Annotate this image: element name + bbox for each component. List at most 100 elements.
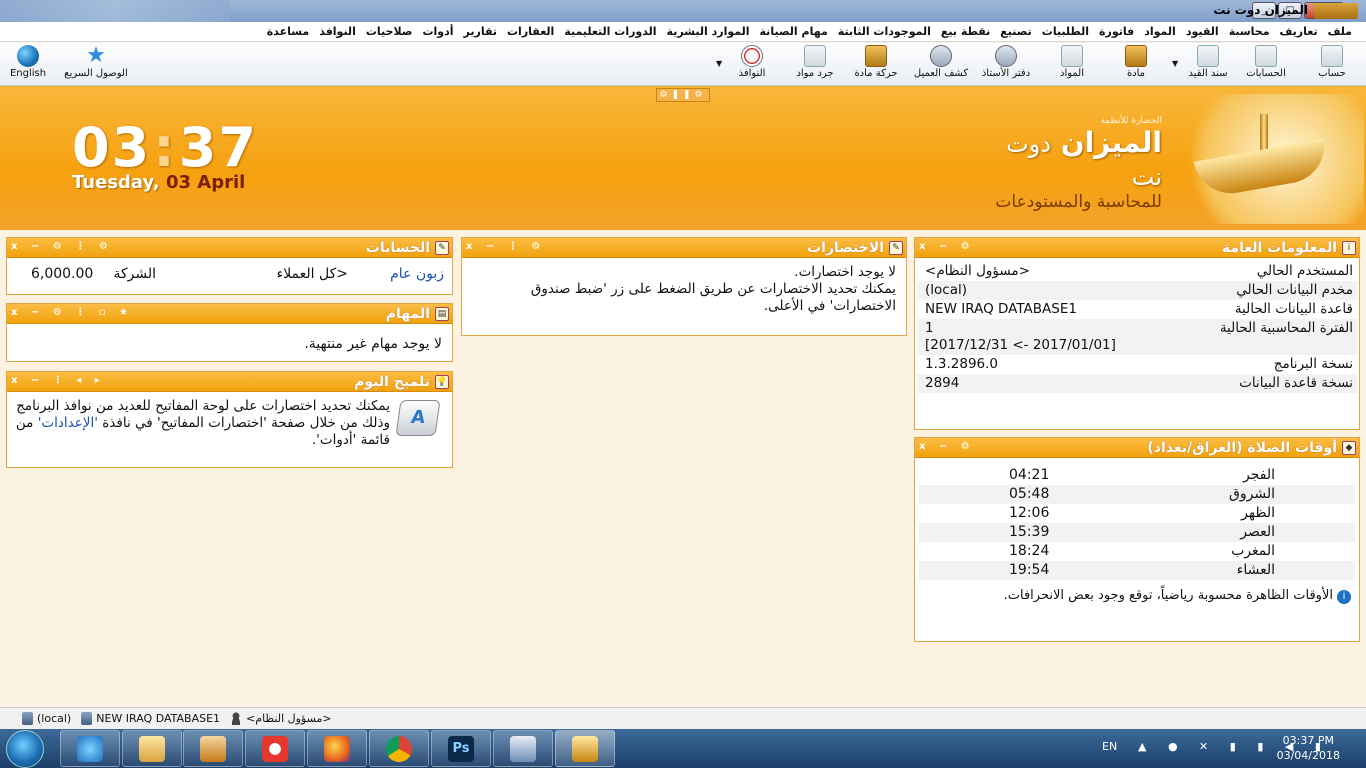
taskbar-chrome-button[interactable] <box>369 730 429 767</box>
panel-controls[interactable]: x − ⚙ <box>919 241 975 252</box>
blurred-region <box>0 0 230 22</box>
dropdown-arrow-icon[interactable]: ▼ <box>1172 59 1178 68</box>
menu-windows[interactable]: النوافذ <box>319 25 356 38</box>
status-database: NEW IRAQ DATABASE1 <box>81 712 220 726</box>
taskbar-window-button[interactable] <box>493 730 553 767</box>
star-icon: ★ <box>86 43 106 68</box>
menu-permissions[interactable]: صلاحيات <box>366 25 413 38</box>
folder-icon <box>139 735 165 762</box>
info-row: مخدم البيانات الحالي (local) <box>917 281 1357 300</box>
tasks-icon: ▤ <box>435 307 449 321</box>
clock-minute: 37 <box>178 116 258 179</box>
info-row: نسخة البرنامج 1.3.2896.0 <box>925 356 1353 372</box>
user-icon <box>230 712 243 726</box>
general-info-panel: i المعلومات العامة x − ⚙ المستخدم الحالي <م… <box>914 237 1360 430</box>
firefox-icon <box>324 735 350 762</box>
windows-icon <box>741 45 763 67</box>
menu-reports[interactable]: تقارير <box>464 25 497 38</box>
taskbar-firefox-button[interactable] <box>307 730 367 767</box>
panel-controls[interactable]: x − ⋮ ⚙ <box>466 241 545 252</box>
menu-hr[interactable]: الموارد البشرية <box>667 25 750 38</box>
settings-link[interactable]: 'الإعدادات' <box>38 415 98 431</box>
windows-taskbar: Ps EN ▲ ● ✕ ▮ ▮ ◀ ▮ 03:37 PM 03/04/2018 <box>0 729 1366 768</box>
menu-bar: ملف تعاريف محاسبة القيود المواد فاتورة ا… <box>0 22 1366 42</box>
toolbar-material-movement-button[interactable]: حركة مادة <box>850 45 902 83</box>
menu-maintenance[interactable]: مهام الصيانة <box>760 25 828 38</box>
toolbar-account-button[interactable]: حساب <box>1312 45 1352 83</box>
menu-tools[interactable]: أدوات <box>422 25 453 38</box>
clock-display[interactable]: 03:37 PM 03/04/2018 <box>1277 733 1340 763</box>
toolbar-journal-voucher-button[interactable]: سند القيد <box>1180 45 1236 83</box>
menu-fixed-assets[interactable]: الموجودات الثابتة <box>838 25 931 38</box>
menu-accounting[interactable]: محاسبة <box>1229 25 1270 38</box>
quick-access-button[interactable]: ★ الوصول السريع <box>62 45 130 83</box>
brand-logo: الحضارة للأنظمة الميزان دوت نت للمحاسبة … <box>995 116 1162 212</box>
panel-title: المعلومات العامة <box>1221 240 1337 256</box>
status-server: (local) <box>22 712 71 726</box>
accounts-icon <box>1255 45 1277 67</box>
ledger-icon <box>995 45 1017 67</box>
panel-controls[interactable]: x − ⋮ ◂ ▸ <box>11 375 105 386</box>
camera-app-icon <box>262 735 288 762</box>
panel-controls[interactable]: x − ⚙ <box>919 441 975 452</box>
shortcuts-hint-text: يمكنك تحديد الاختصارات عن طريق الضغط على… <box>530 281 896 314</box>
taskbar-app-button[interactable] <box>245 730 305 767</box>
toolbar-ledger-button[interactable]: دفتر الأستاذ <box>976 45 1036 83</box>
menu-invoice[interactable]: فاتورة <box>1099 25 1134 38</box>
menu-real-estate[interactable]: العقارات <box>507 25 554 38</box>
menu-manufacturing[interactable]: تصنيع <box>1000 25 1031 38</box>
menu-entries[interactable]: القيود <box>1186 25 1219 38</box>
shortcuts-empty-text: لا يوجد اختصارات. <box>794 264 896 280</box>
toolbar: حساب الحسابات سند القيد ▼ مادة المواد دف… <box>0 43 1366 86</box>
taskbar-explorer-button[interactable] <box>122 730 182 767</box>
info-row: الفترة المحاسبية الحالية 1 [2017/12/31 <- … <box>917 319 1357 355</box>
toolbar-material-button[interactable]: مادة <box>1116 45 1156 83</box>
language-button[interactable]: English <box>8 45 48 83</box>
chrome-icon <box>386 735 412 762</box>
app-icon[interactable] <box>1314 3 1358 19</box>
panel-controls[interactable]: x − ⚙ ⋮ ▫ ★ <box>11 307 133 318</box>
info-row: المستخدم الحالي <مسؤول النظام> <box>925 263 1353 279</box>
menu-materials[interactable]: المواد <box>1144 25 1176 38</box>
prayer-times-panel: ◆ أوقات الصلاة (العراق/بغداد) x − ⚙ الفجر 0… <box>914 437 1360 642</box>
banner-controls[interactable]: ⚙❚❚⚙ <box>656 88 710 102</box>
status-user: <مسؤول النظام> <box>230 712 332 726</box>
photoshop-icon: Ps <box>448 735 474 762</box>
internet-explorer-icon <box>77 735 103 762</box>
toolbar-materials-button[interactable]: المواد <box>1052 45 1092 83</box>
toolbar-windows-button[interactable]: النوافذ <box>732 45 772 83</box>
language-indicator[interactable]: EN <box>1102 740 1117 753</box>
media-player-icon <box>200 735 226 762</box>
prayer-row: الفجر 04:21 <box>1009 467 1275 483</box>
taskbar-ie-button[interactable] <box>60 730 120 767</box>
panel-controls[interactable]: x − ⚙ ⋮ ⚙ <box>11 241 113 252</box>
window-title: الميزان دوت نت <box>1213 3 1308 17</box>
account-icon <box>1321 45 1343 67</box>
dropdown-arrow-icon[interactable]: ▼ <box>716 59 722 68</box>
date: Tuesday, 03 April <box>72 172 246 193</box>
account-amount: 6,000.00 <box>31 266 94 282</box>
menu-orders[interactable]: الطلبيات <box>1042 25 1089 38</box>
window-title-bar: _ □ x الميزان دوت نت <box>0 0 1366 22</box>
menu-file[interactable]: ملف <box>1328 25 1352 38</box>
taskbar-mizan-button[interactable] <box>555 730 615 767</box>
toolbar-customer-statement-button[interactable]: كشف العميل <box>908 45 974 83</box>
menu-courses[interactable]: الدورات التعليمية <box>564 25 656 38</box>
taskbar-media-button[interactable] <box>183 730 243 767</box>
toolbar-accounts-button[interactable]: الحسابات <box>1240 45 1292 83</box>
materials-icon <box>1061 45 1083 67</box>
clock-hour: 03 <box>72 116 152 179</box>
tip-panel: 💡 تلميح اليوم x − ⋮ ◂ ▸ يمكنك تحديد اختصار… <box>6 371 453 468</box>
account-link[interactable]: زبون عام <box>390 266 444 282</box>
menu-help[interactable]: مساعدة <box>267 25 310 38</box>
general-info-table: المستخدم الحالي <مسؤول النظام> مخدم البيا… <box>917 262 1357 393</box>
clock: 03:37 <box>72 116 258 179</box>
mosque-icon: ◆ <box>1342 441 1356 455</box>
taskbar-photoshop-button[interactable]: Ps <box>431 730 491 767</box>
menu-definitions[interactable]: تعاريف <box>1280 25 1318 38</box>
menu-pos[interactable]: نقطة بيع <box>941 25 990 38</box>
toolbar-inventory-button[interactable]: جرد مواد <box>790 45 840 83</box>
prayer-row: العشاء 19:54 <box>919 561 1355 580</box>
start-button[interactable] <box>6 730 44 768</box>
system-tray: EN ▲ ● ✕ ▮ ▮ ◀ ▮ 03:37 PM 03/04/2018 <box>1086 729 1366 768</box>
